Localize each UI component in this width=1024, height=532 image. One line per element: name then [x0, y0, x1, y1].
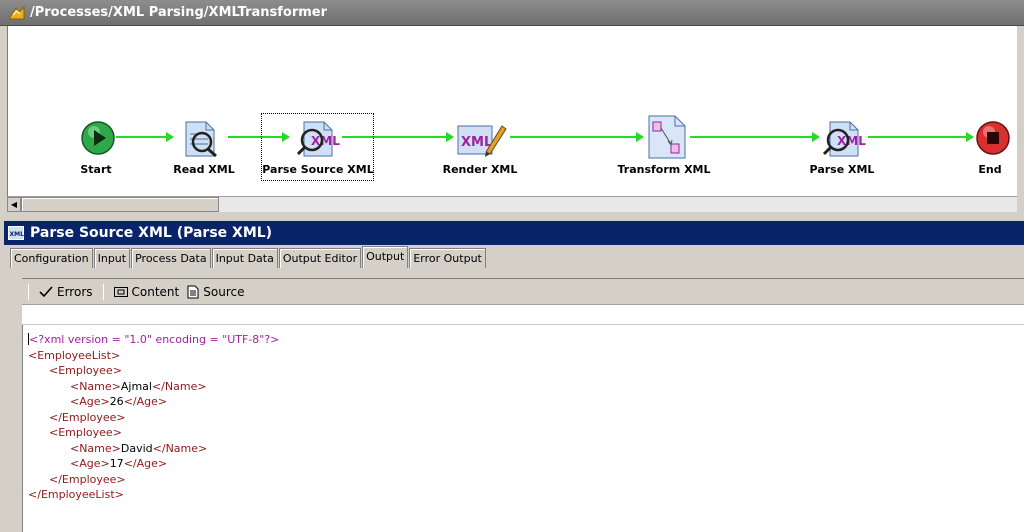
toolbar-separator	[28, 283, 29, 300]
output-toolbar: Errors Content Source	[22, 279, 1024, 305]
end-icon	[976, 121, 1010, 155]
node-label-end: End	[978, 163, 1002, 176]
node-label-transform-xml: Transform XML	[617, 163, 711, 176]
checkmark-icon	[39, 285, 53, 297]
flow-start-read[interactable]	[116, 132, 174, 142]
xml-tag: EmployeeList	[40, 488, 115, 501]
xml-declaration-line: <?xml version = "1.0" encoding = "UTF-8"…	[28, 332, 279, 348]
tab-output[interactable]: Output	[362, 246, 409, 268]
node-start[interactable]	[80, 120, 116, 160]
node-parse-source-xml[interactable]: XML	[294, 118, 340, 162]
read-xml-icon	[185, 121, 217, 158]
xml-tag: Employee	[61, 472, 117, 486]
node-read-xml[interactable]	[178, 118, 222, 162]
svg-text:XML: XML	[461, 135, 492, 150]
process-icon	[9, 5, 25, 19]
tab-error-output[interactable]: Error Output	[409, 248, 486, 268]
output-address-field[interactable]	[22, 305, 1024, 325]
xml-doc-icon: XML	[8, 226, 24, 240]
left-frame	[0, 26, 7, 212]
node-label-parse-xml: Parse XML	[809, 163, 875, 176]
xml-line: <EmployeeList>	[28, 348, 121, 362]
scroll-thumb[interactable]	[21, 197, 219, 212]
flow-render-transform[interactable]	[510, 132, 644, 142]
xml-tag: EmployeeList	[37, 348, 111, 362]
source-button[interactable]: Source	[183, 285, 248, 299]
svg-text:XML: XML	[10, 231, 25, 238]
scroll-left-arrow-icon[interactable]: ◀	[7, 197, 21, 212]
svg-text:XML: XML	[311, 134, 340, 148]
xml-value: Ajmal	[120, 379, 152, 393]
xml-value: 17	[109, 457, 124, 470]
xml-tag: Age	[79, 395, 101, 408]
node-transform-xml[interactable]	[645, 114, 689, 164]
xml-line: <Name>David</Name>	[69, 441, 208, 455]
node-end[interactable]	[975, 120, 1011, 160]
xml-tag: Employee	[61, 410, 117, 424]
xml-tag: Name	[165, 441, 199, 455]
tab-input[interactable]: Input	[93, 248, 131, 268]
flow-parse-end[interactable]	[868, 132, 974, 142]
xml-line: <Age>17</Age>	[69, 457, 168, 470]
node-label-render-xml: Render XML	[442, 163, 518, 176]
xml-line: </Employee>	[48, 410, 126, 424]
transform-xml-icon	[648, 115, 686, 159]
render-xml-icon: XML	[457, 125, 507, 157]
node-label-parse-source-xml: Parse Source XML	[262, 163, 374, 176]
xml-tag: Name	[79, 379, 112, 393]
panel-tabs: Configuration Input Process Data Input D…	[10, 246, 487, 268]
node-render-xml[interactable]: XML	[456, 120, 508, 162]
flow-transform-parse[interactable]	[690, 132, 820, 142]
content-icon	[113, 286, 128, 297]
tab-process-data[interactable]: Process Data	[131, 248, 211, 268]
process-title: /Processes/XML Parsing/XMLTransformer	[30, 5, 328, 20]
xml-tag: Name	[164, 379, 198, 393]
parse-xml-icon: XML	[296, 121, 340, 157]
tab-configuration[interactable]: Configuration	[10, 248, 93, 268]
node-parse-xml[interactable]: XML	[820, 118, 866, 162]
parse-xml-icon: XML	[822, 121, 866, 157]
xml-source-view[interactable]: <?xml version = "1.0" encoding = "UTF-8"…	[28, 332, 279, 503]
node-label-read-xml: Read XML	[173, 163, 235, 176]
xml-value: 26	[109, 395, 124, 408]
xml-tag: Age	[136, 457, 158, 470]
xml-tag: Employee	[58, 426, 113, 439]
node-label-start: Start	[80, 163, 112, 176]
content-button[interactable]: Content	[110, 285, 184, 299]
tab-input-data[interactable]: Input Data	[211, 248, 278, 268]
xml-line: </Employee>	[48, 472, 126, 486]
start-icon	[81, 121, 115, 155]
xml-tag: Employee	[58, 364, 113, 377]
toolbar-separator	[102, 283, 104, 300]
xml-tag: Name	[79, 441, 112, 455]
xml-value: David	[120, 441, 153, 455]
errors-button[interactable]: Errors	[35, 285, 97, 299]
svg-text:XML: XML	[837, 134, 866, 148]
tab-output-editor[interactable]: Output Editor	[278, 248, 362, 268]
errors-label: Errors	[57, 284, 93, 299]
content-label: Content	[131, 284, 180, 299]
xml-tag: Age	[136, 395, 158, 408]
xml-line: <Employee>	[48, 426, 122, 439]
xml-line: <Age>26</Age>	[69, 395, 168, 408]
process-title-bar: /Processes/XML Parsing/XMLTransformer	[0, 0, 1024, 26]
panel-title-bar: XML Parse Source XML (Parse XML)	[4, 221, 1024, 245]
xml-line: </EmployeeList>	[28, 488, 124, 501]
canvas-horizontal-scrollbar[interactable]: ◀	[7, 196, 1017, 212]
xml-line: <Name>Ajmal</Name>	[69, 379, 207, 393]
source-label: Source	[203, 284, 245, 299]
xml-declaration: <?xml version = "1.0" encoding = "UTF-8"…	[29, 333, 280, 346]
source-document-icon	[187, 285, 199, 298]
panel-title: Parse Source XML (Parse XML)	[30, 225, 273, 241]
xml-tag: Age	[79, 457, 101, 470]
xml-line: <Employee>	[48, 364, 122, 377]
